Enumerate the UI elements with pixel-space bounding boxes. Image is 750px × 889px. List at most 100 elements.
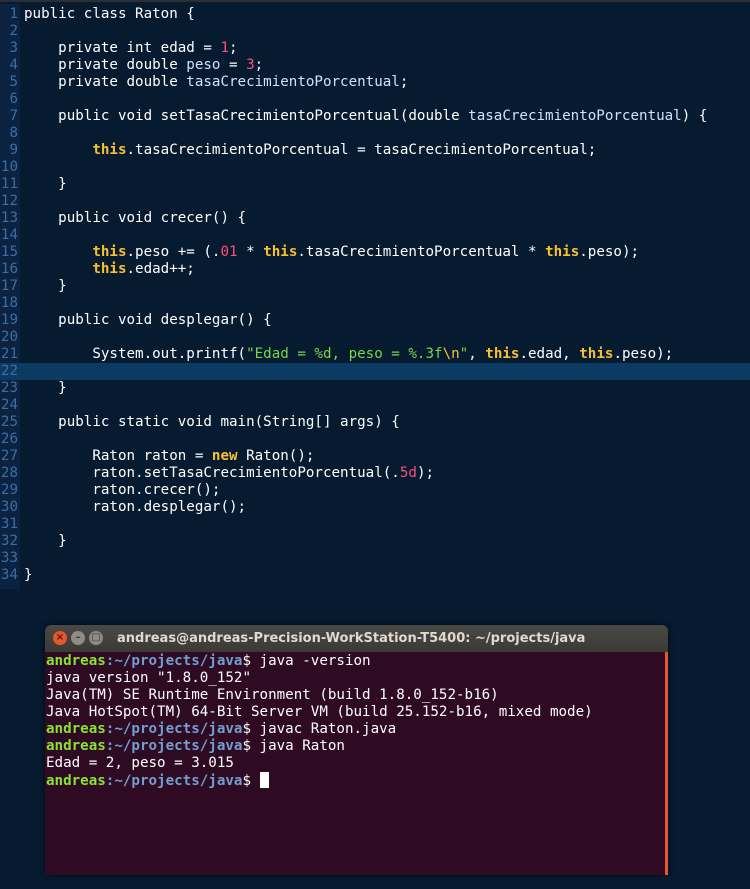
code-text: private double tasaCrecimientoPorcentual… xyxy=(24,74,408,91)
line-number: 13 xyxy=(0,210,18,226)
code-token: ); xyxy=(416,465,435,481)
code-line[interactable]: 13 public void crecer() { xyxy=(0,210,750,227)
code-line[interactable]: 32 } xyxy=(0,533,750,550)
code-line[interactable]: 10 xyxy=(0,159,750,176)
line-number: 4 xyxy=(9,57,18,73)
current-line[interactable]: 22 xyxy=(0,363,750,380)
code-text: public void crecer() { xyxy=(24,210,246,227)
output-text: Java HotSpot(TM) 64-Bit Server VM (build… xyxy=(46,704,593,720)
command-text: $ java Raton xyxy=(242,738,345,754)
code-token: public class Raton { xyxy=(24,6,195,22)
command-text: $ javac Raton.java xyxy=(242,721,397,737)
prompt-path: :~/projects/java xyxy=(105,738,243,754)
code-token: this xyxy=(92,261,127,277)
code-line[interactable]: 5 private double tasaCrecimientoPorcentu… xyxy=(0,74,750,91)
code-text: } xyxy=(24,567,33,584)
prompt-user: andreas xyxy=(46,653,106,669)
line-number: 12 xyxy=(0,193,18,209)
code-line[interactable]: 8 xyxy=(0,125,750,142)
maximize-icon[interactable]: □ xyxy=(89,631,103,645)
code-line[interactable]: 29 raton.crecer(); xyxy=(0,482,750,499)
prompt-path: :~/projects/java xyxy=(105,721,243,737)
code-line[interactable]: 23 } xyxy=(0,380,750,397)
code-line[interactable]: 12 xyxy=(0,193,750,210)
code-token: ; xyxy=(254,57,264,73)
code-text: } xyxy=(24,533,67,550)
output-text: Java(TM) SE Runtime Environment (build 1… xyxy=(46,687,499,703)
code-line[interactable]: 11 } xyxy=(0,176,750,193)
code-token: ; xyxy=(229,40,238,56)
code-line[interactable]: 34} xyxy=(0,567,750,584)
line-number: 32 xyxy=(0,533,18,549)
code-token: this xyxy=(545,244,580,260)
prompt-user: andreas xyxy=(46,721,106,737)
prompt-user: andreas xyxy=(46,738,106,754)
code-token: .peso); xyxy=(613,346,674,362)
code-text: raton.setTasaCrecimientoPorcentual(.5d); xyxy=(24,465,434,482)
terminal-titlebar[interactable]: × – □ andreas@andreas-Precision-WorkStat… xyxy=(45,625,668,652)
code-line[interactable]: 1 public class Raton { xyxy=(0,6,750,23)
code-token: private double xyxy=(24,57,187,73)
code-text: this.peso += (.01 * this.tasaCrecimiento… xyxy=(24,244,639,261)
line-number: 27 xyxy=(0,448,18,464)
code-text: public class Raton { xyxy=(24,6,195,23)
code-line[interactable]: 15 this.peso += (.01 * this.tasaCrecimie… xyxy=(0,244,750,261)
line-number: 24 xyxy=(0,397,18,413)
code-line[interactable]: 19 public void desplegar() { xyxy=(0,312,750,329)
minimize-icon[interactable]: – xyxy=(71,631,85,645)
line-number: 6 xyxy=(9,91,18,107)
code-line[interactable]: 27 Raton raton = new Raton(); xyxy=(0,448,750,465)
line-number: 29 xyxy=(0,482,18,498)
code-text: private int edad = 1; xyxy=(24,40,238,57)
code-token: "Edad = %d, peso = %.3f xyxy=(246,346,443,362)
code-line[interactable]: 30 raton.desplegar(); xyxy=(0,499,750,516)
code-line[interactable]: 28 raton.setTasaCrecimientoPorcentual(.5… xyxy=(0,465,750,482)
code-token: public static void main(String[] args) { xyxy=(24,414,400,430)
code-line[interactable]: 2 xyxy=(0,23,750,40)
code-text: private double peso = 3; xyxy=(24,57,263,74)
line-number: 21 xyxy=(0,346,18,362)
code-token: public void desplegar() { xyxy=(24,312,272,328)
line-number: 10 xyxy=(0,159,18,175)
code-line[interactable]: 17 } xyxy=(0,278,750,295)
code-line[interactable]: 18 xyxy=(0,295,750,312)
code-token: .edad++; xyxy=(126,261,195,277)
code-text: } xyxy=(24,278,67,295)
terminal-cursor[interactable] xyxy=(259,772,269,788)
code-line[interactable]: 6 xyxy=(0,91,750,108)
code-token: System.out.printf( xyxy=(24,346,247,362)
code-line[interactable]: 7 public void setTasaCrecimientoPorcentu… xyxy=(0,108,750,125)
prompt-user: andreas xyxy=(46,773,106,789)
code-line[interactable]: 16 this.edad++; xyxy=(0,261,750,278)
terminal-output[interactable]: andreas:~/projects/java$ java -version ja… xyxy=(45,652,668,875)
command-text: $ java -version xyxy=(242,653,371,669)
terminal-prompt-line: andreas:~/projects/java$ java Raton xyxy=(46,738,345,755)
code-line[interactable]: 21 System.out.printf("Edad = %d, peso = … xyxy=(0,346,750,363)
line-number: 3 xyxy=(9,40,18,56)
code-line[interactable]: 4 private double peso = 3; xyxy=(0,57,750,74)
code-line[interactable]: 20 xyxy=(0,329,750,346)
code-line[interactable]: 31 xyxy=(0,516,750,533)
code-line[interactable]: 33 xyxy=(0,550,750,567)
code-token: this xyxy=(485,346,520,362)
line-number: 1 xyxy=(9,6,18,22)
line-number: 7 xyxy=(9,108,18,124)
code-line[interactable]: 25 public static void main(String[] args… xyxy=(0,414,750,431)
code-line[interactable]: 14 xyxy=(0,227,750,244)
terminal-window[interactable]: × – □ andreas@andreas-Precision-WorkStat… xyxy=(45,625,668,875)
output-text: Edad = 2, peso = 3.015 xyxy=(46,755,234,771)
code-line[interactable]: 3 private int edad = 1; xyxy=(0,40,750,57)
code-line[interactable]: 9 this.tasaCrecimientoPorcentual = tasaC… xyxy=(0,142,750,159)
code-text: public void setTasaCrecimientoPorcentual… xyxy=(24,108,707,125)
code-text: this.edad++; xyxy=(24,261,195,278)
terminal-output-line: Edad = 2, peso = 3.015 xyxy=(46,755,234,772)
code-token: private int edad = xyxy=(24,40,221,56)
code-token: .peso); xyxy=(579,244,640,260)
code-line[interactable]: 24 xyxy=(0,397,750,414)
line-number: 14 xyxy=(0,227,18,243)
close-icon[interactable]: × xyxy=(53,631,67,645)
terminal-output-line: java version "1.8.0_152" xyxy=(46,670,251,687)
line-number: 8 xyxy=(9,125,18,141)
code-line[interactable]: 26 xyxy=(0,431,750,448)
